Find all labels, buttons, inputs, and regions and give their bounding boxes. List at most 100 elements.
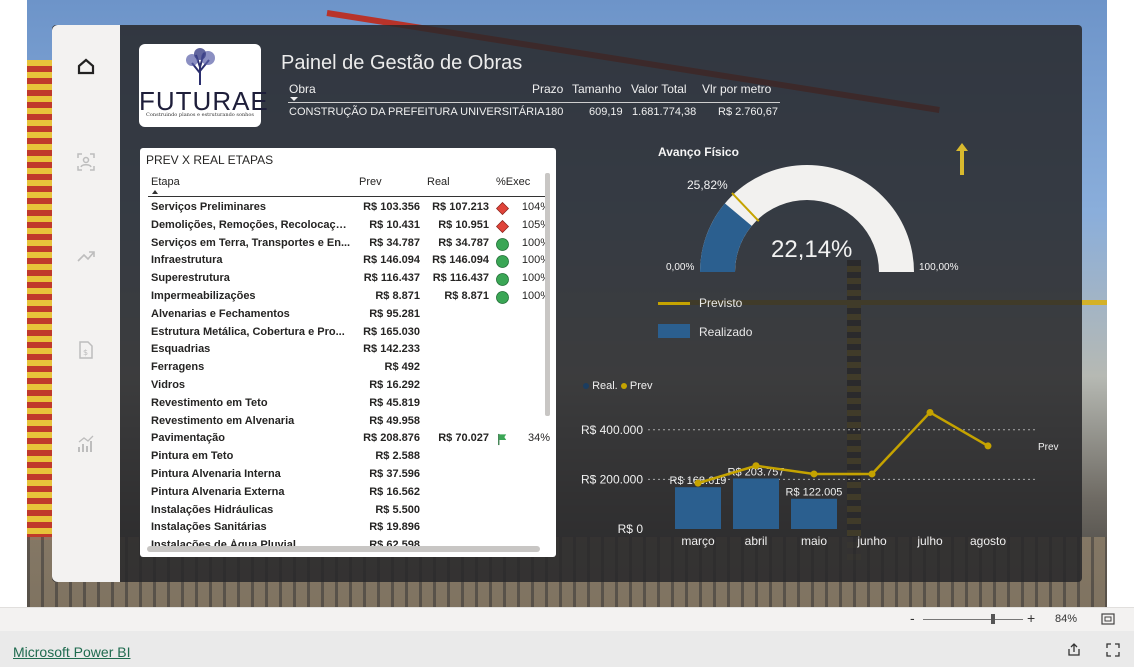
svg-text:$: $	[83, 348, 88, 357]
col-prev[interactable]: Prev	[359, 176, 382, 188]
cell-prev: R$ 116.437	[363, 272, 420, 285]
header-vlr-metro[interactable]: Vlr por metro	[702, 82, 771, 96]
zoom-out-button[interactable]: -	[910, 610, 915, 626]
cell-prev: R$ 16.562	[369, 485, 420, 498]
company-logo: FUTURAE Construindo planos e estruturand…	[139, 44, 268, 127]
col-exec[interactable]: %Exec	[496, 176, 530, 188]
header-divider	[288, 102, 780, 103]
person-scan-icon[interactable]	[74, 150, 98, 174]
table-row[interactable]: Pintura em Teto R$ 2.588	[140, 448, 550, 466]
table-row[interactable]: Pintura Alvenaria Externa R$ 16.562	[140, 484, 550, 502]
sort-desc-icon	[290, 97, 298, 101]
cell-real: R$ 70.027	[438, 432, 489, 445]
table-row[interactable]: Demolições, Remoções, Recolocações R$ 10.…	[140, 217, 550, 235]
cell-etapa: Serviços em Terra, Transportes e En...	[151, 236, 351, 249]
legend-previsto-swatch	[658, 302, 690, 305]
cell-prev: R$ 208.876	[363, 432, 420, 445]
fit-to-page-icon[interactable]	[1101, 613, 1115, 625]
header-obra[interactable]: Obra	[289, 82, 316, 96]
legend-real-dot	[583, 383, 589, 389]
prev-point	[868, 470, 876, 478]
vertical-scrollbar[interactable]	[545, 173, 550, 416]
cell-etapa: Alvenarias e Fechamentos	[151, 307, 290, 320]
cell-prev: R$ 37.596	[369, 468, 420, 480]
trend-icon[interactable]	[74, 244, 98, 268]
document-money-icon[interactable]: $	[74, 338, 98, 362]
x-tick-label: agosto	[970, 534, 1006, 548]
table-row[interactable]: Serviços em Terra, Transportes e En... R$…	[140, 235, 550, 253]
sort-asc-icon	[152, 190, 158, 194]
x-tick-label: abril	[745, 534, 768, 548]
table-row[interactable]: Pavimentação R$ 208.876 R$ 70.027 34%	[140, 430, 550, 448]
cell-etapa: Pavimentação	[151, 432, 225, 445]
cell-etapa: Revestimento em Alvenaria	[151, 414, 295, 427]
cell-prev: R$ 95.281	[369, 307, 420, 320]
table-row[interactable]: Serviços Preliminares R$ 103.356 R$ 107.21…	[140, 199, 550, 217]
header-valor-total[interactable]: Valor Total	[631, 82, 687, 96]
table-row[interactable]: Superestrutura R$ 116.437 R$ 116.437 100%	[140, 270, 550, 288]
table-row[interactable]: Revestimento em Alvenaria R$ 49.958	[140, 413, 550, 431]
cell-pct-exec: 34%	[527, 432, 550, 445]
header-prazo[interactable]: Prazo	[532, 82, 563, 96]
cell-prev: R$ 19.896	[369, 521, 420, 534]
table-row[interactable]: Estrutura Metálica, Cobertura e Pro... R$…	[140, 324, 550, 342]
prev-point	[694, 479, 702, 487]
header-tamanho[interactable]: Tamanho	[572, 82, 621, 96]
cell-prev: R$ 5.500	[375, 503, 420, 516]
table-row[interactable]: Ferragens R$ 492	[140, 359, 550, 377]
prev-point	[752, 462, 760, 470]
chart-legend: Real. Prev	[583, 380, 653, 392]
cell-real: R$ 116.437	[432, 272, 489, 285]
monthly-combo-chart: R$ 400.000R$ 200.000R$ 0R$ 168.619R$ 203…	[581, 408, 1059, 548]
cell-etapa: Superestrutura	[151, 272, 230, 285]
tree-logo-icon	[186, 48, 215, 85]
cell-etapa: Serviços Preliminares	[151, 201, 266, 213]
table-row[interactable]: Esquadrias R$ 142.233	[140, 341, 550, 359]
cell-etapa: Pintura em Teto	[151, 450, 234, 463]
legend-realizado-swatch	[658, 324, 690, 338]
bar-real	[791, 498, 837, 529]
green-circle-icon	[496, 273, 509, 287]
table-row[interactable]: Pintura Alvenaria Interna R$ 37.596	[140, 466, 550, 484]
cell-real: R$ 146.094	[432, 254, 489, 267]
cell-etapa: Pintura Alvenaria Interna	[151, 468, 281, 480]
col-real[interactable]: Real	[427, 176, 450, 188]
table-row[interactable]: Instalações Hidráulicas R$ 5.500	[140, 502, 550, 520]
bar-data-label: R$ 122.005	[786, 487, 843, 499]
bar-real	[733, 478, 779, 529]
zoom-slider[interactable]	[923, 619, 1023, 620]
legend-realizado-label: Realizado	[699, 325, 753, 339]
share-icon[interactable]	[1067, 643, 1081, 657]
horizontal-scrollbar[interactable]	[147, 546, 540, 552]
red-diamond-icon	[496, 219, 509, 233]
zoom-slider-thumb[interactable]	[990, 614, 995, 624]
table-row[interactable]: Infraestrutura R$ 146.094 R$ 146.094 100%	[140, 252, 550, 270]
bar-growth-icon[interactable]	[74, 432, 98, 456]
col-etapa[interactable]: Etapa	[151, 176, 180, 188]
value-tamanho: 609,19	[589, 106, 623, 118]
table-row[interactable]: Alvenarias e Fechamentos R$ 95.281	[140, 306, 550, 324]
cell-prev: R$ 34.787	[369, 236, 420, 249]
page-title: Painel de Gestão de Obras	[281, 52, 523, 74]
table-row[interactable]: Revestimento em Teto R$ 45.819	[140, 395, 550, 413]
x-tick-label: março	[681, 534, 715, 548]
cell-real: R$ 34.787	[438, 236, 489, 249]
green-circle-icon	[496, 255, 509, 269]
home-icon[interactable]	[74, 55, 98, 79]
cell-etapa: Esquadrias	[151, 343, 211, 356]
table-row[interactable]: Impermeabilizações R$ 8.871 R$ 8.871 100%	[140, 288, 550, 306]
zoom-in-button[interactable]: +	[1027, 610, 1035, 626]
power-bi-link[interactable]: Microsoft Power BI	[13, 644, 130, 660]
cell-prev: R$ 45.819	[369, 396, 420, 409]
cell-prev: R$ 10.431	[369, 218, 420, 231]
zoom-level: 84%	[1055, 613, 1078, 625]
cell-etapa: Revestimento em Teto	[151, 396, 268, 409]
cell-prev: R$ 165.030	[363, 325, 420, 338]
table-row[interactable]: Instalações Sanitárias R$ 19.896	[140, 519, 550, 537]
fullscreen-icon[interactable]	[1106, 643, 1120, 657]
x-tick-label: junho	[856, 534, 887, 548]
cell-etapa: Infraestrutura	[151, 254, 223, 267]
table-row[interactable]: Vidros R$ 16.292	[140, 377, 550, 395]
series-end-label: Prev	[1038, 442, 1059, 453]
legend-real-label: Real.	[592, 380, 618, 392]
